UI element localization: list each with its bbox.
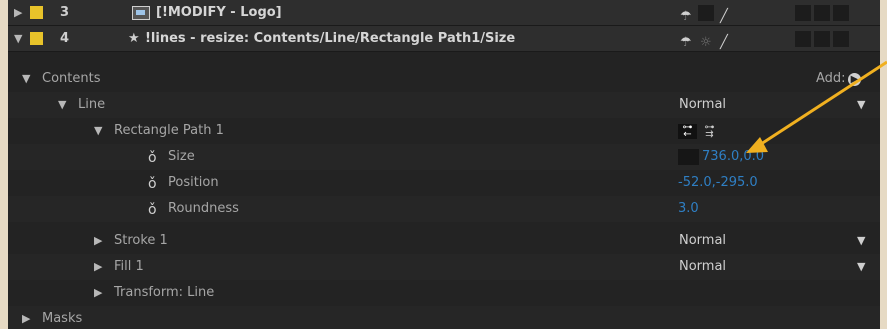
masks-row[interactable]: ▶ Masks xyxy=(8,306,880,329)
stopwatch-icon[interactable]: ǒ xyxy=(148,197,157,223)
layer-name[interactable]: !lines - resize: Contents/Line/Rectangle… xyxy=(145,26,515,52)
size-value[interactable]: 736.0,0.0 xyxy=(702,144,764,170)
stopwatch-icon[interactable]: ǒ xyxy=(148,145,157,171)
stroke-row[interactable]: ▶ Stroke 1 Normal ▼ xyxy=(8,228,880,254)
constrain-proportions-box[interactable] xyxy=(678,149,699,165)
property-label: Position xyxy=(168,175,219,190)
contents-label: Contents xyxy=(42,71,101,86)
switch-box-1[interactable] xyxy=(795,5,811,21)
add-menu-icon[interactable]: ▶ xyxy=(848,73,861,86)
layer-row-4[interactable]: ▼ 4 ★ !lines - resize: Contents/Line/Rec… xyxy=(8,26,880,52)
layer-index: 3 xyxy=(60,5,70,20)
roundness-property-row[interactable]: ǒ Roundness 3.0 xyxy=(8,196,880,222)
size-property-row[interactable]: ǒ Size 736.0,0.0 xyxy=(8,144,880,170)
timeline-layer-panel: ▶ 3 [!MODIFY - Logo] ☂ ╱ ▼ 4 ★ !lines - … xyxy=(8,0,880,329)
expand-triangle-icon[interactable]: ▶ xyxy=(94,254,102,280)
expand-triangle-icon[interactable]: ▶ xyxy=(22,306,30,329)
group-label: Line xyxy=(78,97,106,112)
blend-mode-dropdown[interactable]: Normal xyxy=(679,254,726,280)
path-direction-default-icon[interactable]: ⊶ ← xyxy=(678,123,697,140)
collapse-switch[interactable] xyxy=(698,5,714,21)
path-direction-reverse-icon[interactable]: ⊶ ⇉ xyxy=(700,123,719,140)
layer-index: 4 xyxy=(60,31,70,46)
collapse-triangle-icon[interactable]: ▼ xyxy=(94,118,102,144)
layer-label-color[interactable] xyxy=(30,32,43,45)
footage-icon xyxy=(132,6,150,20)
expand-triangle-icon[interactable]: ▶ xyxy=(14,0,22,26)
stopwatch-icon[interactable]: ǒ xyxy=(148,171,157,197)
layer-name[interactable]: [!MODIFY - Logo] xyxy=(156,0,282,26)
transform-label: Transform: Line xyxy=(114,285,215,300)
switch-box-2[interactable] xyxy=(814,31,830,47)
roundness-value[interactable]: 3.0 xyxy=(678,196,699,222)
line-group-row[interactable]: ▼ Line Normal ▼ xyxy=(8,92,880,118)
rectangle-path-row[interactable]: ▼ Rectangle Path 1 ⊶ ← ⊶ ⇉ xyxy=(8,118,880,144)
position-property-row[interactable]: ǒ Position -52.0,-295.0 xyxy=(8,170,880,196)
expand-triangle-icon[interactable]: ▶ xyxy=(94,280,102,306)
layer-label-color[interactable] xyxy=(30,6,43,19)
dropdown-arrow-icon[interactable]: ▼ xyxy=(857,92,865,118)
property-label: Roundness xyxy=(168,201,239,216)
collapse-triangle-icon[interactable]: ▼ xyxy=(22,66,30,92)
switch-box-2[interactable] xyxy=(814,5,830,21)
blend-mode-dropdown[interactable]: Normal xyxy=(679,228,726,254)
masks-label: Masks xyxy=(42,311,83,326)
contents-row[interactable]: ▼ Contents Add: ▶ xyxy=(8,66,880,92)
stroke-label: Stroke 1 xyxy=(114,233,168,248)
switch-box-3[interactable] xyxy=(833,5,849,21)
layer-row-3[interactable]: ▶ 3 [!MODIFY - Logo] ☂ ╱ xyxy=(8,0,880,26)
fill-label: Fill 1 xyxy=(114,259,144,274)
path-label: Rectangle Path 1 xyxy=(114,123,224,138)
transform-row[interactable]: ▶ Transform: Line xyxy=(8,280,880,306)
position-value[interactable]: -52.0,-295.0 xyxy=(678,170,758,196)
switch-box-3[interactable] xyxy=(833,31,849,47)
shy-icon[interactable]: ☂ xyxy=(680,30,692,56)
collapse-triangle-icon[interactable]: ▼ xyxy=(14,26,22,52)
blend-mode-dropdown[interactable]: Normal xyxy=(679,92,726,118)
switch-box-1[interactable] xyxy=(795,31,811,47)
collapse-triangle-icon[interactable]: ▼ xyxy=(58,92,66,118)
collapse-transform-icon[interactable]: ☼ xyxy=(700,30,712,56)
dropdown-arrow-icon[interactable]: ▼ xyxy=(857,228,865,254)
expand-triangle-icon[interactable]: ▶ xyxy=(94,228,102,254)
add-label: Add: xyxy=(816,71,846,86)
dropdown-arrow-icon[interactable]: ▼ xyxy=(857,254,865,280)
star-icon: ★ xyxy=(128,31,140,46)
property-label: Size xyxy=(168,149,195,164)
fill-row[interactable]: ▶ Fill 1 Normal ▼ xyxy=(8,254,880,280)
quality-slash-icon[interactable]: ╱ xyxy=(720,30,728,56)
